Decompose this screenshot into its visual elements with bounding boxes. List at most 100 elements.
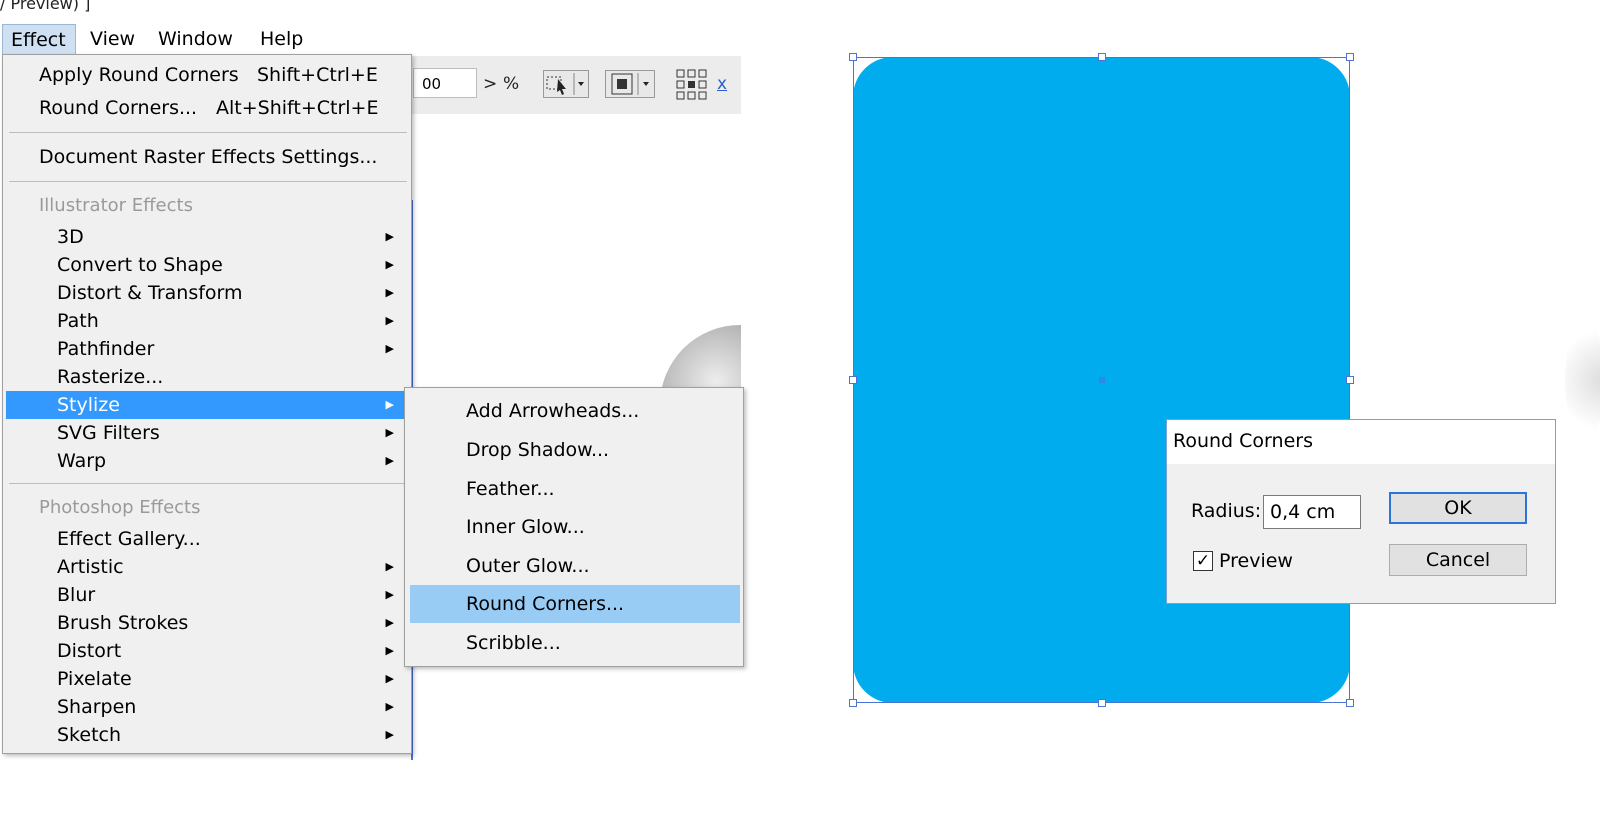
menu-item-label: Pathfinder [57,338,155,360]
menu-item-sketch[interactable]: Sketch ▶ [6,721,408,749]
section-header-label: Illustrator Effects [39,195,193,216]
menu-item-warp[interactable]: Warp ▶ [6,447,408,475]
menu-item-rasterize[interactable]: Rasterize... [6,363,408,391]
submenu-arrow-icon: ▶ [385,426,394,439]
resize-handle-top[interactable] [1098,53,1106,61]
resize-handle-bottom-right[interactable] [1346,699,1354,707]
effect-menu: Apply Round Corners Shift+Ctrl+E Round C… [2,54,412,754]
menu-item-label: Pixelate [57,668,132,690]
menu-item-label: Warp [57,450,107,472]
menu-view[interactable]: View [82,24,143,54]
menu-separator [9,483,407,484]
window-title-fragment: / Preview) ] [0,0,91,13]
align-tool-icon[interactable] [605,70,655,98]
menu-window[interactable]: Window [150,24,241,54]
submenu-arrow-icon: ▶ [385,314,394,327]
menu-item-label: Distort [57,640,122,662]
center-point [1099,377,1105,383]
menu-item-distort-transform[interactable]: Distort & Transform ▶ [6,279,408,307]
x-link[interactable]: x [717,74,727,94]
menu-item-sharpen[interactable]: Sharpen ▶ [6,693,408,721]
menu-item-label: Rasterize... [57,366,164,388]
menu-item-shortcut: Alt+Shift+Ctrl+E [216,97,379,119]
ok-button[interactable]: OK [1389,492,1527,524]
submenu-arrow-icon: ▶ [385,258,394,271]
menu-item-svg-filters[interactable]: SVG Filters ▶ [6,419,408,447]
illustrator-effects-header: Illustrator Effects [6,192,408,220]
menu-item-apply-round-corners[interactable]: Apply Round Corners Shift+Ctrl+E [6,61,408,89]
section-header-label: Photoshop Effects [39,497,201,518]
menu-item-label: 3D [57,226,84,248]
canvas-gap [741,0,861,829]
percent-label: % [503,74,520,94]
resize-handle-right[interactable] [1346,376,1354,384]
menu-item-effect-gallery[interactable]: Effect Gallery... [6,525,408,553]
round-corners-dialog: Round Corners Radius: 0,4 cm ✓ Preview O… [1166,419,1556,604]
submenu-item-inner-glow[interactable]: Inner Glow... [410,508,740,546]
resize-handle-top-left[interactable] [849,53,857,61]
menu-item-stylize[interactable]: Stylize ▶ [6,391,408,419]
submenu-arrow-icon: ▶ [385,230,394,243]
menu-item-label: Path [57,310,99,332]
menu-item-label: Blur [57,584,96,606]
submenu-arrow-icon: ▶ [385,286,394,299]
menu-item-pixelate[interactable]: Pixelate ▶ [6,665,408,693]
menu-separator [9,181,407,182]
menu-item-label: Sharpen [57,696,137,718]
menu-bar: Effect View Window Help [0,24,740,54]
submenu-item-outer-glow[interactable]: Outer Glow... [410,547,740,585]
submenu-arrow-icon: ▶ [385,644,394,657]
resize-handle-left[interactable] [849,376,857,384]
resize-handle-bottom[interactable] [1098,699,1106,707]
menu-item-round-corners[interactable]: Round Corners... Alt+Shift+Ctrl+E [6,94,408,122]
resize-handle-top-right[interactable] [1346,53,1354,61]
menu-item-3d[interactable]: 3D ▶ [6,223,408,251]
submenu-arrow-icon: ▶ [385,454,394,467]
menu-item-distort[interactable]: Distort ▶ [6,637,408,665]
resize-handle-bottom-left[interactable] [849,699,857,707]
menu-help[interactable]: Help [252,24,311,54]
submenu-arrow-icon: ▶ [385,728,394,741]
menu-view-label: View [90,28,136,50]
radius-input[interactable]: 0,4 cm [1263,495,1361,529]
radius-label: Radius: [1191,500,1262,522]
photoshop-effects-header: Photoshop Effects [6,494,408,522]
menu-item-document-raster-settings[interactable]: Document Raster Effects Settings... [6,143,408,171]
zoom-input[interactable]: 00 [413,68,477,98]
menu-item-label: Round Corners... [39,97,198,119]
submenu-arrow-icon: ▶ [385,398,394,411]
menu-item-artistic[interactable]: Artistic ▶ [6,553,408,581]
menu-item-label: Document Raster Effects Settings... [39,146,378,168]
menu-item-label: Effect Gallery... [57,528,201,550]
menu-effect-label: Effect [11,29,66,51]
submenu-arrow-icon: ▶ [385,342,394,355]
menu-item-convert-to-shape[interactable]: Convert to Shape ▶ [6,251,408,279]
dialog-title: Round Corners [1173,430,1313,452]
menu-item-label: Apply Round Corners [39,64,239,86]
submenu-item-feather[interactable]: Feather... [410,470,740,508]
submenu-item-scribble[interactable]: Scribble... [410,624,740,662]
submenu-arrow-icon: ▶ [385,588,394,601]
menu-item-brush-strokes[interactable]: Brush Strokes ▶ [6,609,408,637]
stylize-submenu: Add Arrowheads... Drop Shadow... Feather… [404,387,744,667]
submenu-arrow-icon: ▶ [385,616,394,629]
preview-label[interactable]: Preview [1219,550,1293,572]
submenu-item-drop-shadow[interactable]: Drop Shadow... [410,431,740,469]
menu-item-path[interactable]: Path ▶ [6,307,408,335]
selection-tool-icon[interactable] [543,70,589,98]
cancel-button[interactable]: Cancel [1389,544,1527,576]
preview-checkbox[interactable]: ✓ [1193,551,1213,571]
menu-item-label: Sketch [57,724,122,746]
menu-effect[interactable]: Effect [2,24,76,54]
submenu-item-add-arrowheads[interactable]: Add Arrowheads... [410,392,740,430]
menu-item-blur[interactable]: Blur ▶ [6,581,408,609]
menu-item-pathfinder[interactable]: Pathfinder ▶ [6,335,408,363]
transform-grid-icon[interactable] [675,68,709,100]
menu-help-label: Help [260,28,304,50]
menu-separator [9,132,407,133]
menu-window-label: Window [158,28,233,50]
zoom-arrow-icon[interactable]: > [483,74,497,94]
menu-item-label: Brush Strokes [57,612,189,634]
submenu-item-round-corners[interactable]: Round Corners... [410,585,740,623]
offscreen-artwork [1565,320,1600,440]
